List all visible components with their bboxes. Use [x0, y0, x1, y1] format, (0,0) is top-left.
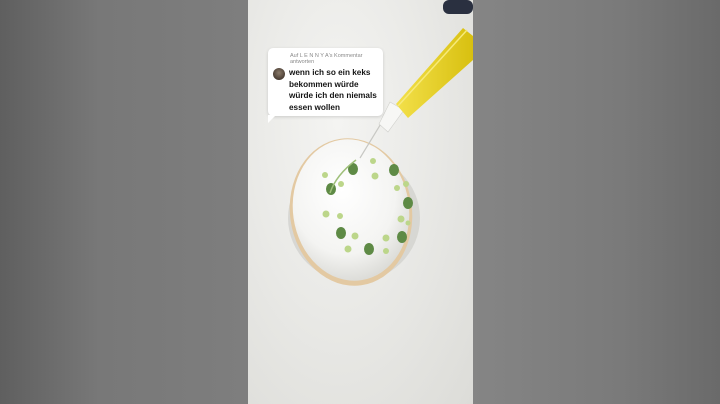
blurred-right-border — [473, 0, 720, 404]
reply-header: Auf L E N N Y A's Kommentar antworten — [290, 53, 363, 65]
tool-cap — [443, 0, 473, 14]
comment-text: wenn ich so ein keks bekommen würde würd… — [289, 68, 377, 112]
reply-comment-card: Auf L E N N Y A's Kommentar antworten we… — [268, 48, 383, 123]
blurred-left-border — [0, 0, 248, 404]
commenter-avatar-icon — [273, 68, 285, 80]
